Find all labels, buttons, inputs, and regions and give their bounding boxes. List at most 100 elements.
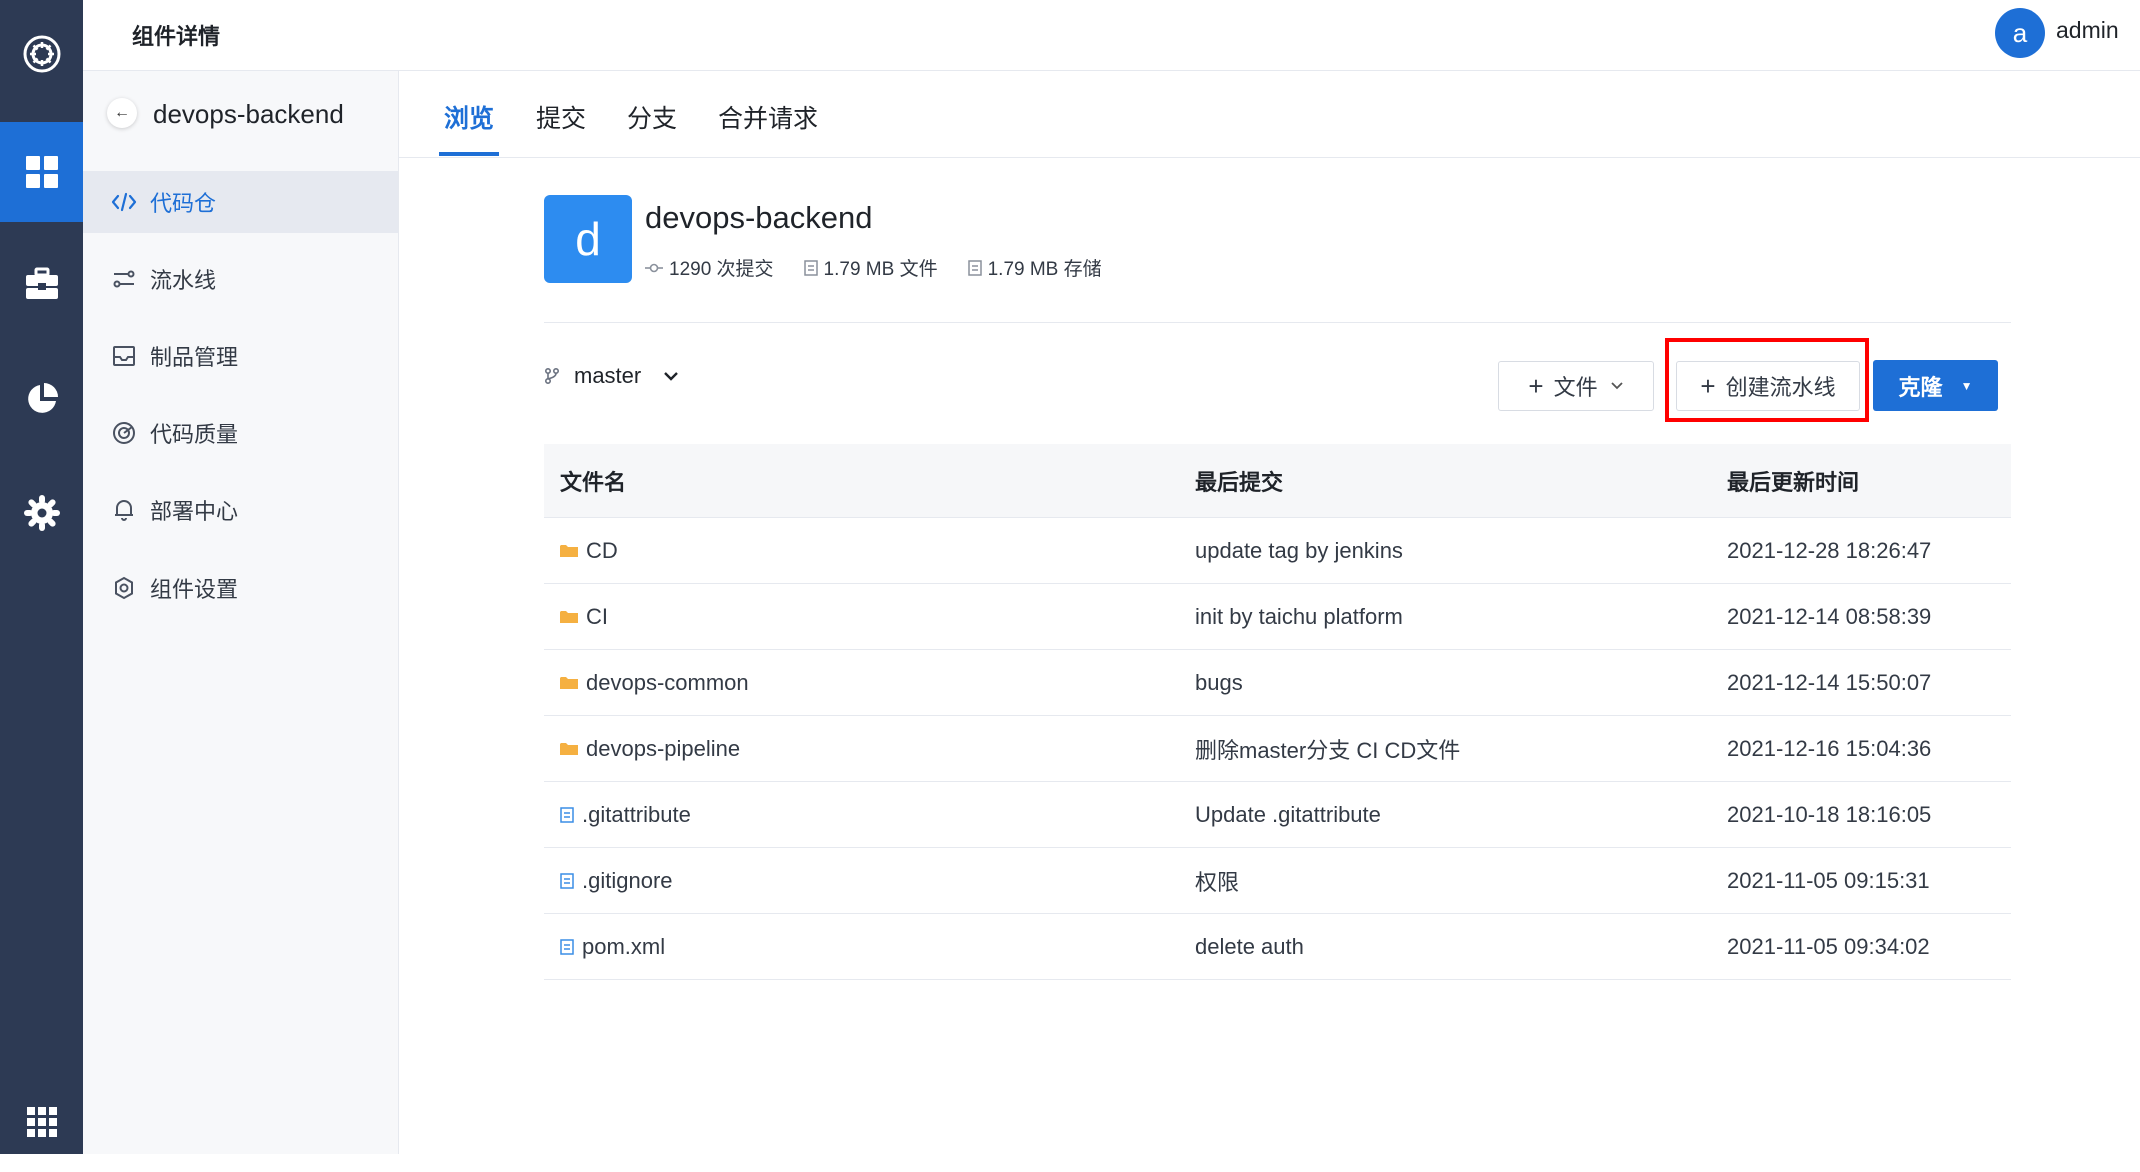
sidebar-item-code-repo[interactable]: 代码仓 — [83, 171, 398, 233]
sidebar-item-deploy-center[interactable]: 部署中心 — [83, 479, 398, 541]
tab-bar: 浏览 提交 分支 合并请求 — [399, 71, 2140, 158]
cell-filename[interactable]: devops-common — [544, 670, 1195, 696]
cell-last-commit[interactable]: delete auth — [1195, 934, 1727, 960]
cell-updated-time: 2021-11-05 09:15:31 — [1727, 867, 1930, 893]
sidebar-item-label: 代码质量 — [150, 422, 239, 447]
storage-size: 1.79 MB 存储 — [967, 254, 1102, 281]
table-row[interactable]: devops-common bugs 2021-12-14 15:50:07 — [544, 650, 2011, 716]
sidebar-item-label: 代码仓 — [150, 191, 217, 216]
branch-name: master — [574, 363, 642, 388]
folder-icon — [560, 742, 578, 756]
folder-icon — [560, 676, 578, 690]
cell-filename[interactable]: CD — [544, 538, 1195, 564]
dashboard-icon[interactable] — [0, 122, 83, 222]
cell-filename[interactable]: .gitignore — [544, 868, 1195, 894]
cell-filename[interactable]: pom.xml — [544, 934, 1195, 960]
header-filename: 文件名 — [560, 469, 627, 495]
branch-selector[interactable]: master — [544, 363, 679, 389]
sidebar-item-label: 制品管理 — [150, 345, 239, 370]
page-title: 组件详情 — [132, 24, 221, 49]
sidebar-repo-header: ← devops-backend — [83, 71, 398, 172]
folder-icon — [560, 610, 578, 624]
code-icon — [110, 188, 138, 216]
cell-last-commit[interactable]: Update .gitattribute — [1195, 802, 1727, 828]
table-row[interactable]: pom.xml delete auth 2021-11-05 09:34:02 — [544, 914, 2011, 980]
sidebar-item-artifacts[interactable]: 制品管理 — [83, 325, 398, 387]
file-icon — [560, 938, 574, 955]
file-name[interactable]: .gitignore — [582, 868, 673, 894]
cell-last-commit[interactable]: update tag by jenkins — [1195, 538, 1727, 564]
clone-button[interactable]: 克隆 ▼ — [1873, 360, 1998, 411]
storage-icon — [967, 259, 982, 276]
files-size: 1.79 MB 文件 — [803, 254, 938, 281]
repo-avatar: d — [544, 195, 632, 283]
plus-icon: + — [1528, 370, 1544, 401]
inbox-icon — [110, 342, 138, 370]
sidebar-item-code-quality[interactable]: 代码质量 — [83, 402, 398, 464]
file-table: 文件名 最后提交 最后更新时间 CD update tag by jenkins 2… — [544, 444, 2011, 980]
table-row[interactable]: CI init by taichu platform 2021-12-14 08:5… — [544, 584, 2011, 650]
cell-filename[interactable]: devops-pipeline — [544, 736, 1195, 762]
header-last-commit: 最后提交 — [1195, 469, 1284, 495]
folder-icon — [560, 544, 578, 558]
table-row[interactable]: .gitattribute Update .gitattribute 2021-10… — [544, 782, 2011, 848]
cell-filename[interactable]: .gitattribute — [544, 802, 1195, 828]
sidebar-item-label: 部署中心 — [150, 499, 239, 524]
sidebar-item-component-settings[interactable]: 组件设置 — [83, 557, 398, 619]
commit-count[interactable]: 1290 次提交 — [645, 254, 774, 281]
apps-grid-icon[interactable] — [0, 1072, 83, 1172]
sidebar-item-label: 流水线 — [150, 268, 217, 293]
file-name[interactable]: pom.xml — [582, 934, 665, 960]
left-rail — [0, 0, 83, 1154]
repo-stats: 1290 次提交 1.79 MB 文件 1.79 MB 存储 — [645, 254, 1132, 281]
logo-icon[interactable] — [0, 0, 83, 108]
cell-last-commit[interactable]: 删除master分支 CI CD文件 — [1195, 733, 1727, 765]
settings-icon[interactable] — [0, 463, 83, 563]
cell-updated-time: 2021-12-14 15:50:07 — [1727, 669, 1932, 695]
branch-icon — [544, 367, 560, 385]
sidebar-item-pipeline[interactable]: 流水线 — [83, 248, 398, 310]
add-file-button[interactable]: + 文件 — [1498, 361, 1654, 411]
tab-branches[interactable]: 分支 — [627, 99, 677, 135]
create-pipeline-button[interactable]: + 创建流水线 — [1676, 361, 1860, 411]
cell-filename[interactable]: CI — [544, 604, 1195, 630]
username[interactable]: admin — [2056, 17, 2119, 44]
chevron-down-icon — [663, 370, 679, 382]
file-icon — [560, 872, 574, 889]
cell-updated-time: 2021-12-14 08:58:39 — [1727, 603, 1932, 629]
plus-icon: + — [1700, 370, 1716, 401]
table-row[interactable]: .gitignore 权限 2021-11-05 09:15:31 — [544, 848, 2011, 914]
file-name[interactable]: devops-pipeline — [586, 736, 740, 762]
back-button[interactable]: ← — [107, 98, 137, 128]
top-bar: 组件详情 a admin — [83, 0, 2140, 71]
user-avatar[interactable]: a — [1995, 8, 2045, 58]
toolbox-icon[interactable] — [0, 234, 83, 334]
table-row[interactable]: devops-pipeline 删除master分支 CI CD文件 2021-12… — [544, 716, 2011, 782]
arrow-left-icon: ← — [114, 104, 130, 121]
cell-updated-time: 2021-10-18 18:16:05 — [1727, 801, 1932, 827]
pipeline-icon — [110, 265, 138, 293]
tab-merge-requests[interactable]: 合并请求 — [718, 99, 818, 135]
file-name[interactable]: CI — [586, 604, 608, 630]
file-name[interactable]: CD — [586, 538, 618, 564]
section-divider — [544, 322, 2011, 323]
cell-last-commit[interactable]: 权限 — [1195, 865, 1727, 897]
cell-updated-time: 2021-12-28 18:26:47 — [1727, 537, 1932, 563]
cell-last-commit[interactable]: bugs — [1195, 670, 1727, 696]
table-body: CD update tag by jenkins 2021-12-28 18:26:… — [544, 518, 2011, 980]
chevron-down-icon — [1610, 381, 1624, 391]
chart-pie-icon[interactable] — [0, 349, 83, 449]
cell-last-commit[interactable]: init by taichu platform — [1195, 604, 1727, 630]
commit-icon — [645, 262, 663, 274]
cell-updated-time: 2021-12-16 15:04:36 — [1727, 735, 1932, 761]
tab-browse[interactable]: 浏览 — [444, 99, 494, 135]
file-name[interactable]: .gitattribute — [582, 802, 691, 828]
file-name[interactable]: devops-common — [586, 670, 749, 696]
file-icon — [560, 806, 574, 823]
tab-commits[interactable]: 提交 — [536, 99, 586, 135]
quality-icon — [110, 419, 138, 447]
file-icon — [803, 259, 818, 276]
table-row[interactable]: CD update tag by jenkins 2021-12-28 18:26:… — [544, 518, 2011, 584]
active-tab-indicator — [439, 152, 499, 156]
repo-title: devops-backend — [645, 200, 873, 235]
